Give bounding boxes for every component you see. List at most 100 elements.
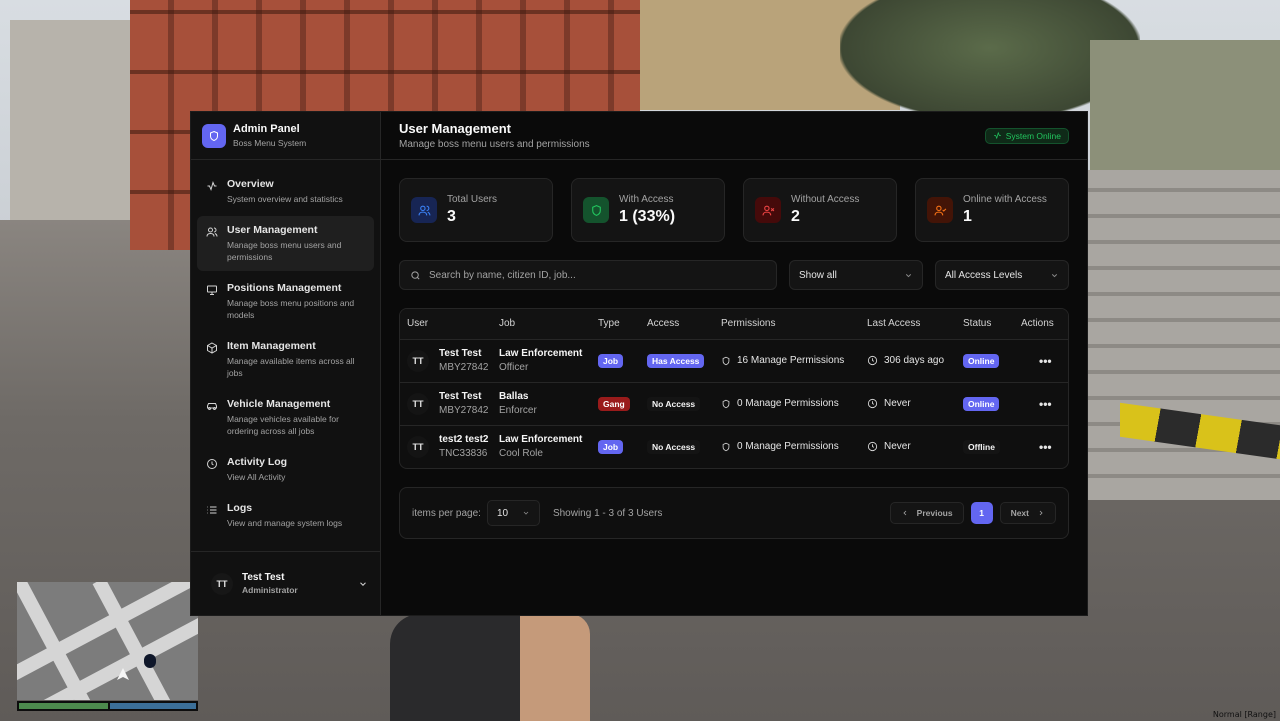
main-content: User Management Manage boss menu users a…	[381, 112, 1087, 615]
stat-value: 2	[791, 208, 800, 225]
user-check-icon	[927, 197, 953, 223]
page-header: User Management Manage boss menu users a…	[381, 112, 1087, 160]
stat-value: 3	[447, 208, 456, 225]
job-name: Law Enforcement	[499, 348, 583, 359]
clock-icon	[867, 355, 878, 366]
current-user-menu[interactable]: TT Test Test Administrator	[191, 551, 380, 615]
building	[10, 20, 140, 220]
access-badge: No Access	[647, 439, 701, 454]
admin-panel: Admin Panel Boss Menu System Overview Sys…	[190, 111, 1088, 616]
search-input[interactable]	[429, 269, 766, 281]
items-per-page-select[interactable]: 10	[486, 500, 540, 526]
sidebar-nav: Overview System overview and statistics U…	[191, 160, 380, 551]
chevron-left-icon	[903, 510, 906, 516]
type-badge: Job	[598, 353, 624, 368]
previous-page-button[interactable]: Previous	[889, 502, 964, 524]
table-row[interactable]: TT Test Test MBY27842 Law Enforcement Offic…	[400, 339, 1068, 383]
table-row[interactable]: TT test2 test2 TNC33836 Law Enforcement Coo…	[400, 425, 1068, 468]
permissions-count: 16 Manage Permissions	[737, 355, 845, 366]
avatar: TT	[211, 572, 233, 595]
page-subtitle: Manage boss menu users and permissions	[399, 139, 590, 150]
sidebar-item-activity-log[interactable]: Activity Log View All Activity	[197, 448, 374, 491]
column-header: User	[400, 309, 499, 340]
page-title: User Management	[399, 121, 511, 136]
sidebar-item-label: Logs	[227, 502, 253, 514]
stat-value: 1 (33%)	[619, 208, 676, 225]
sidebar-item-user-management[interactable]: User Management Manage boss menu users an…	[197, 216, 374, 271]
stat-card-online-with-access: Online with Access 1	[915, 178, 1069, 242]
user-name: test2 test2	[439, 434, 489, 446]
column-header: Type	[598, 309, 647, 340]
user-x-icon	[755, 197, 781, 223]
sidebar-item-label: Positions Management	[227, 282, 342, 294]
sidebar-item-desc: Manage vehicles available for ordering a…	[227, 414, 339, 436]
sidebar-item-desc: Manage boss menu positions and models	[227, 298, 355, 320]
job-grade: Officer	[499, 362, 529, 373]
stat-value: 1	[963, 208, 972, 225]
building	[1090, 40, 1280, 180]
citizen-id: TNC33836	[439, 448, 488, 460]
sidebar-item-positions-management[interactable]: Positions Management Manage boss menu pos…	[197, 274, 374, 329]
shield-icon	[202, 123, 226, 148]
status-badge: Online	[963, 353, 1000, 368]
sidebar: Admin Panel Boss Menu System Overview Sys…	[191, 112, 381, 615]
box-icon	[207, 342, 217, 354]
user-name: Test Test	[439, 348, 482, 359]
brand-title: Admin Panel	[233, 123, 300, 135]
avatar: TT	[407, 349, 429, 372]
previous-label: Previous	[916, 508, 953, 518]
type-badge: Job	[598, 439, 624, 454]
items-per-page-label: items per page:	[412, 507, 481, 519]
sidebar-item-overview[interactable]: Overview System overview and statistics	[197, 170, 374, 213]
column-header: Access	[647, 309, 721, 340]
chevron-right-icon	[1039, 510, 1043, 516]
chevron-down-icon	[1051, 273, 1058, 277]
clock-icon	[867, 442, 878, 452]
chevron-down-icon	[905, 273, 912, 277]
current-user-role: Administrator	[242, 585, 298, 595]
stat-label: Without Access	[791, 194, 860, 205]
search-icon	[411, 270, 420, 280]
stat-card-total-users: Total Users 3	[399, 178, 553, 242]
sidebar-item-label: Vehicle Management	[227, 398, 331, 410]
last-access: Never	[884, 398, 911, 409]
type-badge: Gang	[598, 396, 630, 411]
column-header: Job	[499, 309, 598, 340]
access-badge: No Access	[647, 396, 701, 411]
sidebar-item-vehicle-management[interactable]: Vehicle Management Manage vehicles availa…	[197, 390, 374, 445]
user-name: Test Test	[439, 391, 482, 402]
table-row[interactable]: TT Test Test MBY27842 Ballas Enforcer Gang …	[400, 382, 1068, 426]
page-button-current[interactable]: 1	[970, 502, 993, 524]
stat-label: Online with Access	[963, 194, 1047, 205]
type-filter-select[interactable]: Show all	[789, 260, 923, 290]
sidebar-item-desc: System overview and statistics	[227, 194, 343, 204]
row-actions-menu-icon[interactable]: •••	[1021, 397, 1052, 411]
row-actions-menu-icon[interactable]: •••	[1021, 354, 1052, 368]
showing-count: Showing 1 - 3 of 3 Users	[552, 507, 663, 519]
items-per-page-value: 10	[496, 507, 509, 519]
activity-icon	[993, 131, 1001, 140]
access-filter-select[interactable]: All Access Levels	[935, 260, 1069, 290]
sidebar-item-logs[interactable]: Logs View and manage system logs	[197, 494, 374, 537]
voice-range-label: Normal [Range]	[1212, 710, 1276, 719]
sidebar-item-item-management[interactable]: Item Management Manage available items ac…	[197, 332, 374, 387]
next-page-button[interactable]: Next	[999, 502, 1056, 524]
sidebar-item-desc: Manage available items across all jobs	[227, 356, 355, 378]
sidebar-item-desc: View All Activity	[227, 472, 286, 482]
row-actions-menu-icon[interactable]: •••	[1021, 440, 1052, 454]
health-armor-bar	[17, 701, 198, 711]
chevron-down-icon[interactable]	[358, 579, 368, 589]
sidebar-item-label: User Management	[227, 224, 318, 236]
stat-label: Total Users	[447, 194, 498, 205]
shield-icon	[722, 442, 730, 451]
type-filter-value: Show all	[799, 269, 837, 281]
car-icon	[207, 403, 217, 410]
sidebar-item-label: Item Management	[227, 340, 316, 352]
sidebar-item-label: Activity Log	[227, 456, 288, 468]
sidebar-item-desc: Manage boss menu users and permissions	[227, 240, 342, 262]
page-buttons: Previous 1 Next	[889, 502, 1056, 524]
access-filter-value: All Access Levels	[945, 269, 1023, 281]
column-header: Status	[963, 309, 1021, 340]
shield-icon	[722, 399, 730, 408]
table-header-row: User Job Type Access Permissions Last Ac…	[400, 309, 1068, 340]
